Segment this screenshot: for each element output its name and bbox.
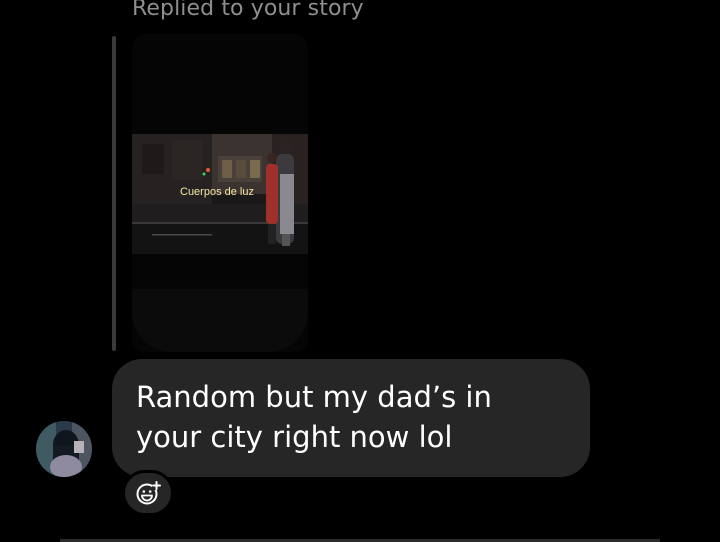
avatar-image [36, 421, 92, 477]
add-reaction-button[interactable] [122, 470, 174, 516]
story-thumbnail: Cuerpos de luz [132, 134, 308, 254]
replied-to-story-label: Replied to your story [132, 0, 364, 21]
story-preview-bottom [132, 289, 308, 352]
story-caption: Cuerpos de luz [180, 186, 254, 198]
sender-avatar[interactable] [36, 421, 92, 477]
message-text: Random but my dad’s in your city right n… [136, 380, 492, 454]
story-preview[interactable]: Cuerpos de luz [132, 34, 308, 352]
message-bubble[interactable]: Random but my dad’s in your city right n… [112, 359, 590, 477]
reply-quote-bar [112, 36, 116, 351]
add-reaction-icon [136, 481, 161, 505]
